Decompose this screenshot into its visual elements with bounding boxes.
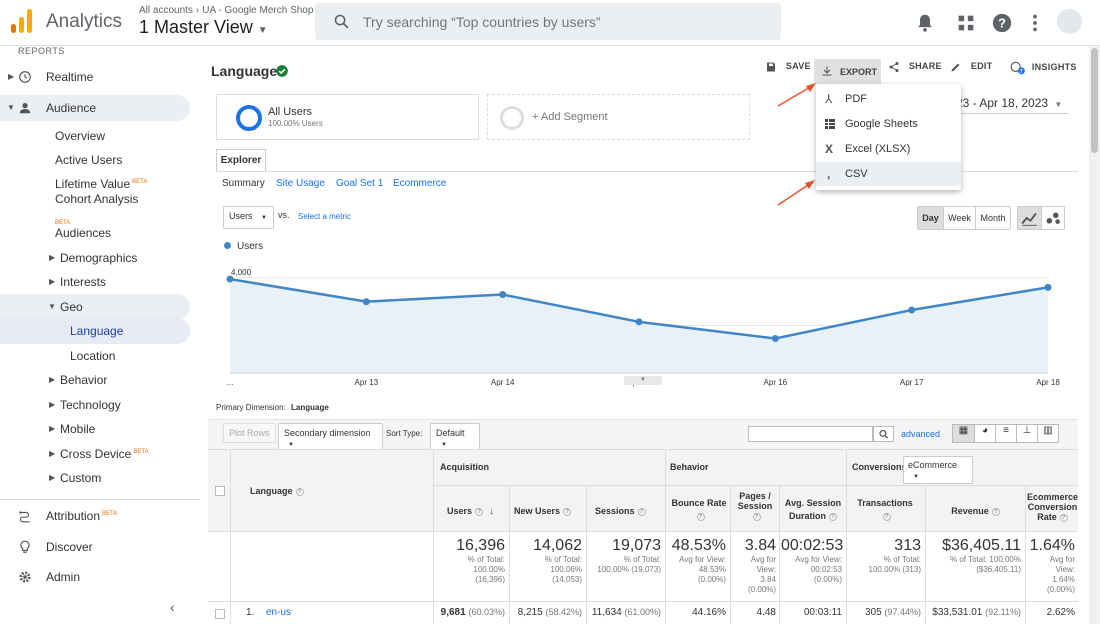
annotation-arrows — [777, 83, 816, 206]
arrow-to-export — [777, 83, 816, 107]
arrow-to-csv — [777, 180, 815, 206]
